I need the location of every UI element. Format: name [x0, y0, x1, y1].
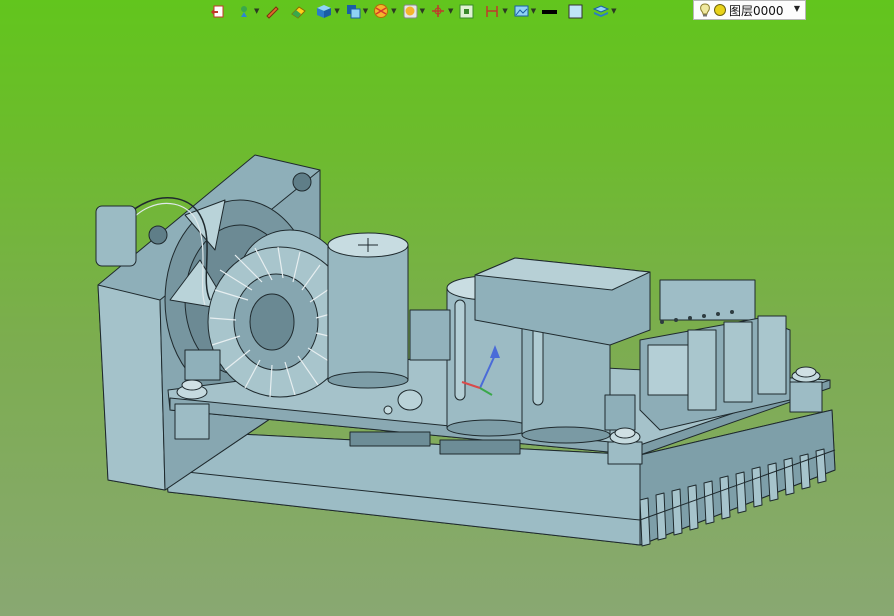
sketch-tool-icon [241, 5, 247, 17]
fill-color-icon [568, 4, 583, 18]
zoom-fit-icon [459, 4, 474, 18]
exit-sketch-button[interactable] [210, 1, 227, 21]
dropdown-arrow-icon[interactable]: ▼ [448, 7, 453, 15]
render-mode-button[interactable]: ▼ [402, 1, 430, 21]
line-color-icon [542, 9, 558, 14]
dimension-icon [486, 5, 499, 17]
electrolytic-capacitor [327, 232, 409, 389]
dimension-button[interactable]: ▼ [484, 1, 512, 21]
scene-button[interactable]: ▼ [513, 1, 541, 21]
fill-color-button[interactable] [567, 1, 584, 21]
scene-icon [514, 5, 529, 16]
zoom-fit-button[interactable] [458, 1, 475, 21]
layer-stack-button[interactable]: ▼ [593, 1, 621, 21]
layer-color-icon [714, 4, 726, 16]
render-mode-icon [403, 4, 418, 18]
sketch-tool-button[interactable]: ▼ [236, 1, 264, 21]
view-toolbar: ▼ ▼ ▼ ▼ ▼ ▼ ▼ ▼ ▼ [210, 0, 622, 22]
layer-name: 图层0000 [729, 3, 784, 18]
dropdown-arrow-icon[interactable]: ▼ [334, 7, 339, 15]
view-orientation-button[interactable]: ▼ [345, 1, 373, 21]
layer-select[interactable]: 图层0000 ▼ [693, 0, 806, 20]
chevron-down-icon[interactable]: ▼ [794, 4, 800, 13]
dropdown-arrow-icon[interactable]: ▼ [420, 7, 425, 15]
eraser-icon [291, 5, 307, 19]
dropdown-arrow-icon[interactable]: ▼ [611, 7, 616, 15]
section-view-icon [374, 3, 389, 18]
3d-model-viewport[interactable] [0, 0, 894, 616]
solid-cube-button[interactable]: ▼ [316, 1, 344, 21]
bulb-icon[interactable] [697, 2, 713, 18]
dropdown-arrow-icon[interactable]: ▼ [502, 7, 507, 15]
exit-sketch-icon [211, 5, 224, 17]
layer-stack-icon [593, 4, 610, 17]
section-view-button[interactable]: ▼ [373, 1, 401, 21]
solid-cube-icon [317, 4, 332, 18]
eraser-button[interactable] [290, 1, 307, 21]
pen-button[interactable] [264, 1, 281, 21]
line-color-button[interactable] [541, 1, 558, 21]
view-orientation-icon [346, 4, 361, 18]
pen-icon [266, 5, 280, 19]
coordinate-axes-button[interactable]: ▼ [430, 1, 458, 21]
coordinate-axes-icon [431, 4, 444, 17]
dropdown-arrow-icon[interactable]: ▼ [254, 7, 259, 15]
dropdown-arrow-icon[interactable]: ▼ [391, 7, 396, 15]
dropdown-arrow-icon[interactable]: ▼ [363, 7, 368, 15]
dropdown-arrow-icon[interactable]: ▼ [531, 7, 536, 15]
